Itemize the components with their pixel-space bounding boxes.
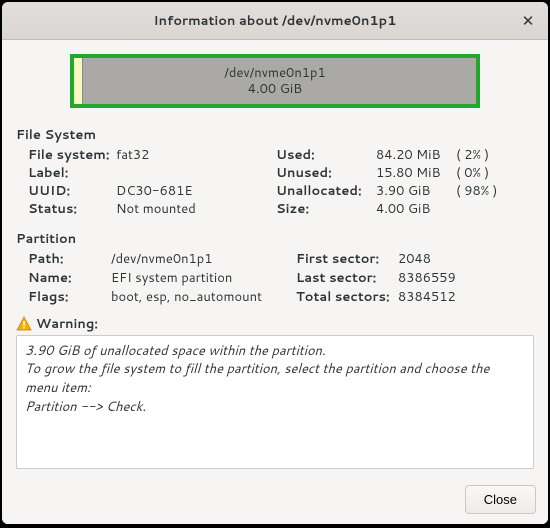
part-flags-label: Flags: xyxy=(16,288,111,307)
part-name-label: Name: xyxy=(16,269,111,288)
fs-size-label: Size: xyxy=(276,200,376,218)
partition-heading: Partition xyxy=(16,230,534,248)
usage-bar-label: /dev/nvme0n1p1 4.00 GiB xyxy=(74,58,476,104)
fs-unused-label: Unused: xyxy=(276,164,376,182)
warning-icon xyxy=(16,316,32,332)
fs-unalloc-pct: ( 98% ) xyxy=(456,182,516,200)
fs-size-value: 4.00 GiB xyxy=(376,200,456,218)
fs-unalloc-label: Unallocated: xyxy=(276,182,376,200)
part-path-value: /dev/nvme0n1p1 xyxy=(111,250,296,269)
part-last-label: Last sector: xyxy=(296,269,398,288)
fs-status-label: Status: xyxy=(28,200,116,218)
fs-status-value: Not mounted xyxy=(116,200,276,218)
dialog-footer: Close xyxy=(2,477,548,524)
fs-grid: File system: Label: UUID: Status: fat32 … xyxy=(16,146,534,218)
part-first-label: First sector: xyxy=(296,250,398,269)
fs-label-label: Label: xyxy=(28,164,116,182)
usage-device: /dev/nvme0n1p1 xyxy=(224,65,326,81)
part-path-label: Path: xyxy=(16,250,111,269)
fs-filesystem-label: File system: xyxy=(28,146,116,164)
fs-size-pct xyxy=(456,200,516,218)
partition-grid: Path: /dev/nvme0n1p1 First sector: 2048 … xyxy=(16,250,534,307)
part-total-value: 8384512 xyxy=(398,288,534,307)
part-name-value: EFI system partition xyxy=(111,269,296,288)
fs-uuid-label: UUID: xyxy=(28,182,116,200)
fs-heading: File System xyxy=(16,126,534,144)
fs-unalloc-value: 3.90 GiB xyxy=(376,182,456,200)
fs-unused-pct: ( 0% ) xyxy=(456,164,516,182)
fs-used-label: Used: xyxy=(276,146,376,164)
warning-line3: Partition --> Check. xyxy=(25,398,525,417)
part-flags-value: boot, esp, no_automount xyxy=(111,288,296,307)
warning-line2: To grow the file system to fill the part… xyxy=(25,360,525,398)
warning-line1: 3.90 GiB of unallocated space within the… xyxy=(25,342,525,361)
close-icon[interactable]: ✕ xyxy=(516,2,540,39)
fs-used-value: 84.20 MiB xyxy=(376,146,456,164)
window-title: Information about /dev/nvme0n1p1 xyxy=(154,12,397,30)
fs-used-pct: ( 2% ) xyxy=(456,146,516,164)
usage-bar: /dev/nvme0n1p1 4.00 GiB xyxy=(70,54,480,108)
dialog-window: Information about /dev/nvme0n1p1 ✕ /dev/… xyxy=(2,2,548,524)
warning-label: Warning: xyxy=(36,315,98,333)
warning-box: 3.90 GiB of unallocated space within the… xyxy=(16,335,534,469)
warning-header: Warning: xyxy=(16,315,534,333)
fs-unused-value: 15.80 MiB xyxy=(376,164,456,182)
close-button[interactable]: Close xyxy=(465,485,536,514)
part-last-value: 8386559 xyxy=(398,269,534,288)
fs-label-value xyxy=(116,164,276,182)
part-first-value: 2048 xyxy=(398,250,534,269)
fs-uuid-value: DC30-681E xyxy=(116,182,276,200)
fs-filesystem-value: fat32 xyxy=(116,146,276,164)
part-total-label: Total sectors: xyxy=(296,288,398,307)
titlebar[interactable]: Information about /dev/nvme0n1p1 ✕ xyxy=(2,2,548,40)
dialog-content: /dev/nvme0n1p1 4.00 GiB File System File… xyxy=(2,40,548,477)
usage-size: 4.00 GiB xyxy=(248,81,302,97)
